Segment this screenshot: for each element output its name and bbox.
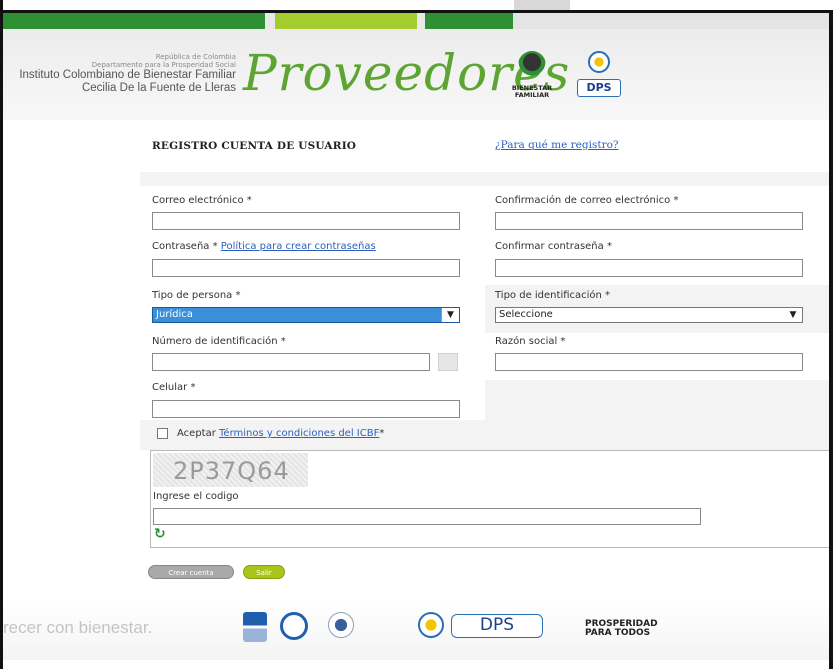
window-frame	[0, 0, 833, 669]
window-frame-right	[829, 10, 833, 669]
window-frame-top	[0, 10, 833, 13]
